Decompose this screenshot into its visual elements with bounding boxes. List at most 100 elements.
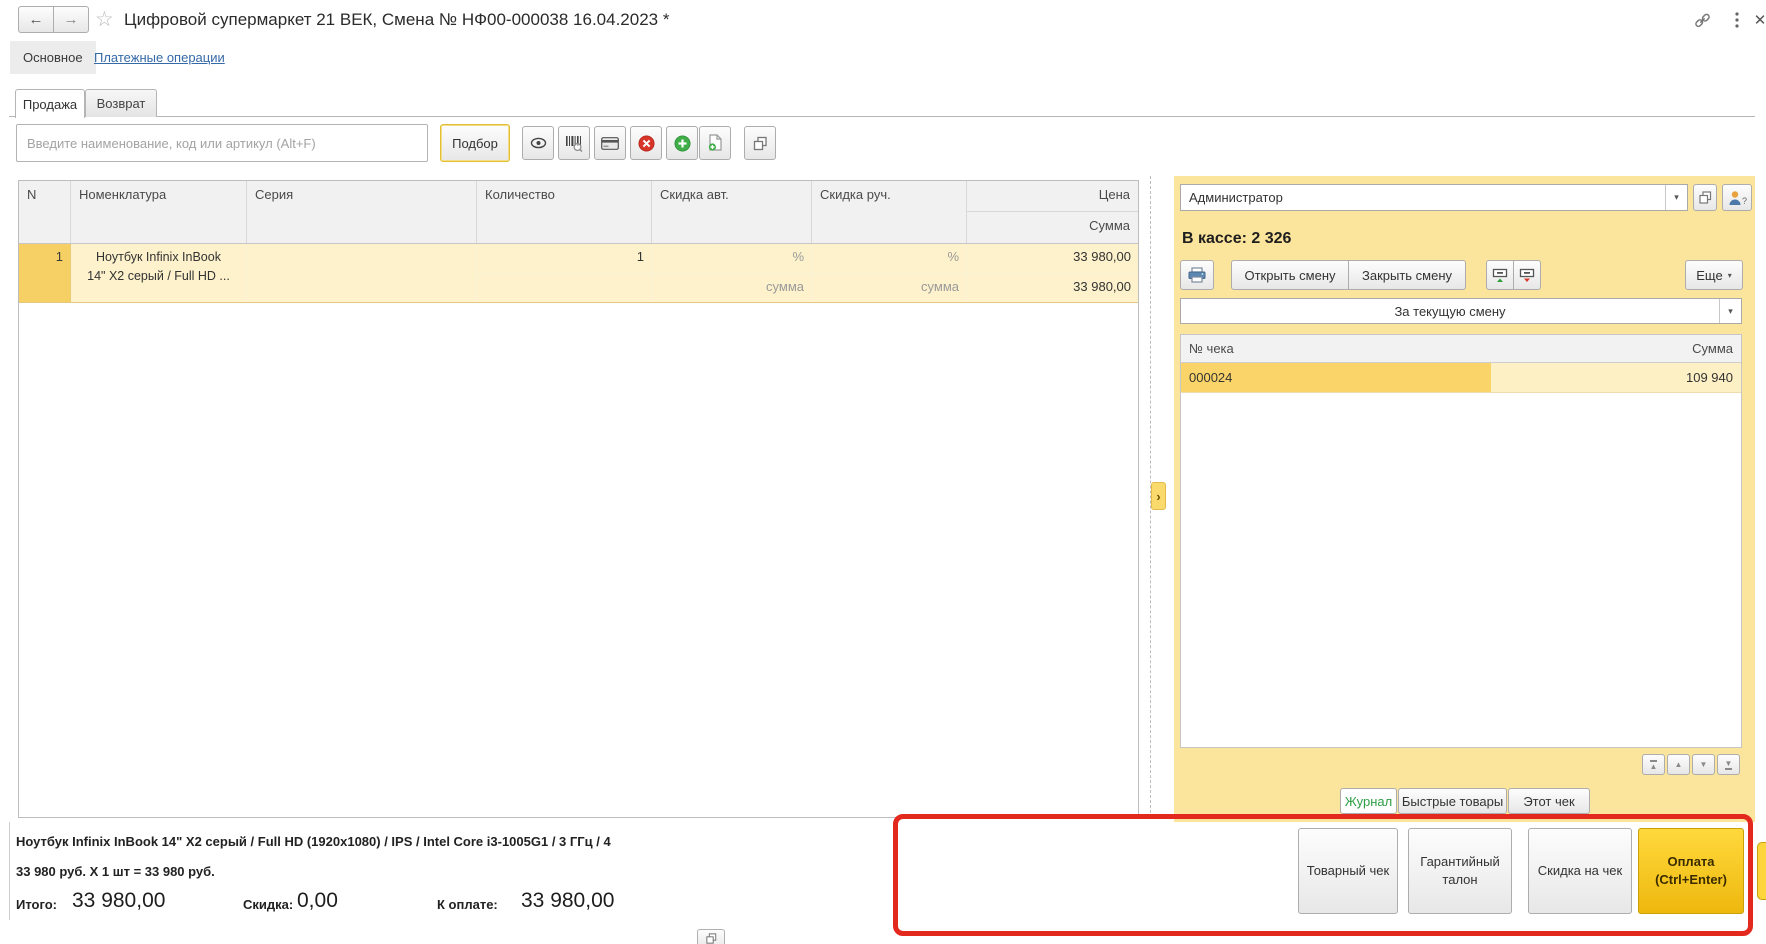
receipt-discount-button[interactable]: Скидка на чек xyxy=(1528,828,1632,914)
tab-main[interactable]: Основное xyxy=(10,41,96,74)
due-label: К оплате: xyxy=(437,897,498,912)
tab-this-receipt[interactable]: Этот чек xyxy=(1508,788,1590,814)
copy-document-button[interactable] xyxy=(699,126,731,160)
add-row-button[interactable] xyxy=(666,126,698,160)
favorite-star-icon[interactable]: ☆ xyxy=(95,7,114,32)
delete-row-button[interactable] xyxy=(630,126,662,160)
row-manual-discount-sum-cell: сумма xyxy=(812,273,967,302)
col-header-manual-discount[interactable]: Скидка руч. xyxy=(812,181,967,243)
pay-button-shortcut: (Ctrl+Enter) xyxy=(1655,871,1727,889)
receipts-nav: ▲ ▲ ▼ ▼ xyxy=(1642,754,1740,775)
go-first-button[interactable]: ▲ xyxy=(1642,754,1665,775)
col-header-sum[interactable]: Сумма xyxy=(967,212,1138,243)
open-cashier-button[interactable] xyxy=(1693,184,1717,211)
nav-forward-button[interactable]: → xyxy=(53,6,89,33)
payment-card-button[interactable] xyxy=(594,126,626,160)
red-cross-icon xyxy=(638,135,655,152)
open-drawer-button[interactable] xyxy=(1486,260,1514,290)
cash-label: В кассе: xyxy=(1182,230,1247,247)
clipped-button-edge[interactable] xyxy=(1757,842,1766,900)
row-price-cell: 33 980,00 xyxy=(967,244,1138,273)
row-series-cell xyxy=(247,244,477,302)
tab-quick-goods[interactable]: Быстрые товары xyxy=(1398,788,1507,814)
pos-window: ← → ☆ Цифровой супермаркет 21 ВЕК, Смена… xyxy=(0,0,1766,944)
col-header-receipt-sum[interactable]: Сумма xyxy=(1491,335,1741,362)
price-calculation-line: 33 980 руб. X 1 шт = 33 980 руб. xyxy=(16,864,215,879)
cashier-input[interactable] xyxy=(1181,190,1665,205)
discount-label: Скидка: xyxy=(243,897,293,912)
pick-button[interactable]: Подбор xyxy=(440,124,510,162)
close-drawer-button[interactable] xyxy=(1513,260,1541,290)
receipt-sum-cell: 109 940 xyxy=(1491,363,1741,392)
green-plus-icon xyxy=(674,135,691,152)
print-button[interactable] xyxy=(1180,260,1214,290)
view-mode-button[interactable] xyxy=(522,126,554,160)
chevron-down-icon[interactable]: ▾ xyxy=(1665,185,1687,210)
table-row[interactable]: 1 Ноутбук Infinix InBook 14" X2 серый / … xyxy=(19,244,1138,303)
col-header-receipt-number[interactable]: № чека xyxy=(1181,335,1491,362)
cashier-panel: ▾ ? В кассе: 2 326 Открыть смену Закрыть… xyxy=(1174,176,1755,822)
page-tabstrip: Продажа Возврат xyxy=(9,89,1755,117)
go-down-button[interactable]: ▼ xyxy=(1692,754,1715,775)
cashier-combo: ▾ xyxy=(1180,184,1688,211)
items-table: N Номенклатура Серия Количество Скидка а… xyxy=(18,180,1139,818)
row-auto-discount-sum-cell: сумма xyxy=(652,273,812,302)
row-nomenclature-cell: Ноутбук Infinix InBook 14" X2 серый / Fu… xyxy=(71,244,247,302)
search-input[interactable] xyxy=(16,124,428,162)
col-header-auto-discount[interactable]: Скидка авт. xyxy=(652,181,812,243)
footer-divider xyxy=(9,822,10,920)
total-value: 33 980,00 xyxy=(72,889,165,913)
period-filter-select[interactable]: За текущую смену ▾ xyxy=(1180,298,1742,324)
close-shift-button[interactable]: Закрыть смену xyxy=(1348,260,1466,290)
row-auto-discount-pct-cell: % xyxy=(652,244,812,273)
cashier-help-button[interactable]: ? xyxy=(1722,184,1752,211)
selected-product-info: Ноутбук Infinix InBook 14" X2 серый / Fu… xyxy=(16,834,611,849)
col-header-series[interactable]: Серия xyxy=(247,181,477,243)
chevron-down-icon: ▾ xyxy=(1728,271,1732,280)
row-sum-cell: 33 980,00 xyxy=(967,273,1138,302)
tab-journal[interactable]: Журнал xyxy=(1340,788,1397,814)
receipt-number-cell: 000024 xyxy=(1181,363,1491,392)
receipts-table: № чека Сумма 000024 109 940 xyxy=(1180,334,1742,748)
due-value: 33 980,00 xyxy=(521,889,614,913)
window-title: Цифровой супермаркет 21 ВЕК, Смена № НФ0… xyxy=(124,10,669,30)
more-menu-icon[interactable] xyxy=(1727,10,1747,30)
person-question-icon: ? xyxy=(1728,190,1747,206)
row-manual-discount-pct-cell: % xyxy=(812,244,967,273)
goods-receipt-button[interactable]: Товарный чек xyxy=(1298,828,1398,914)
pay-button-label: Оплата xyxy=(1667,853,1714,871)
go-up-button[interactable]: ▲ xyxy=(1667,754,1690,775)
title-bar: ← → ☆ Цифровой супермаркет 21 ВЕК, Смена… xyxy=(0,0,1766,40)
collapse-panel-button[interactable]: › xyxy=(1151,482,1166,510)
col-header-n[interactable]: N xyxy=(19,181,71,243)
more-button[interactable]: Еще ▾ xyxy=(1685,260,1743,290)
cash-in-drawer: В кассе: 2 326 xyxy=(1182,230,1291,248)
nav-back-button[interactable]: ← xyxy=(18,6,54,33)
arrow-up-icon: ▲ xyxy=(1675,760,1683,769)
barcode-scan-button[interactable] xyxy=(558,126,590,160)
col-header-price[interactable]: Цена xyxy=(967,181,1138,212)
col-header-qty[interactable]: Количество xyxy=(477,181,652,243)
clipped-bottom-button[interactable] xyxy=(697,929,725,944)
row-qty-cell: 1 xyxy=(477,244,652,273)
cash-drawer-in-icon xyxy=(1492,268,1508,283)
open-in-window-button[interactable] xyxy=(744,126,776,160)
receipts-table-header: № чека Сумма xyxy=(1181,335,1741,363)
tab-sale[interactable]: Продажа xyxy=(15,89,85,118)
close-icon[interactable]: ✕ xyxy=(1750,10,1766,30)
open-shift-button[interactable]: Открыть смену xyxy=(1231,260,1349,290)
warranty-card-button[interactable]: Гарантийный талон xyxy=(1408,828,1512,914)
get-link-icon[interactable] xyxy=(1692,10,1712,30)
chevron-down-icon[interactable]: ▾ xyxy=(1719,299,1741,323)
printer-icon xyxy=(1188,267,1206,283)
tab-refund[interactable]: Возврат xyxy=(85,89,157,117)
go-last-button[interactable]: ▼ xyxy=(1717,754,1740,775)
more-label: Еще xyxy=(1696,268,1722,283)
row-qty-sub-cell xyxy=(477,273,652,302)
pay-button[interactable]: Оплата (Ctrl+Enter) xyxy=(1638,828,1744,914)
cash-drawer-out-icon xyxy=(1519,268,1535,283)
link-payment-operations[interactable]: Платежные операции xyxy=(94,50,225,65)
col-header-nomenclature[interactable]: Номенклатура xyxy=(71,181,247,243)
shift-toolbar: Открыть смену Закрыть смену Еще ▾ xyxy=(1174,260,1755,290)
receipt-row[interactable]: 000024 109 940 xyxy=(1181,363,1741,393)
